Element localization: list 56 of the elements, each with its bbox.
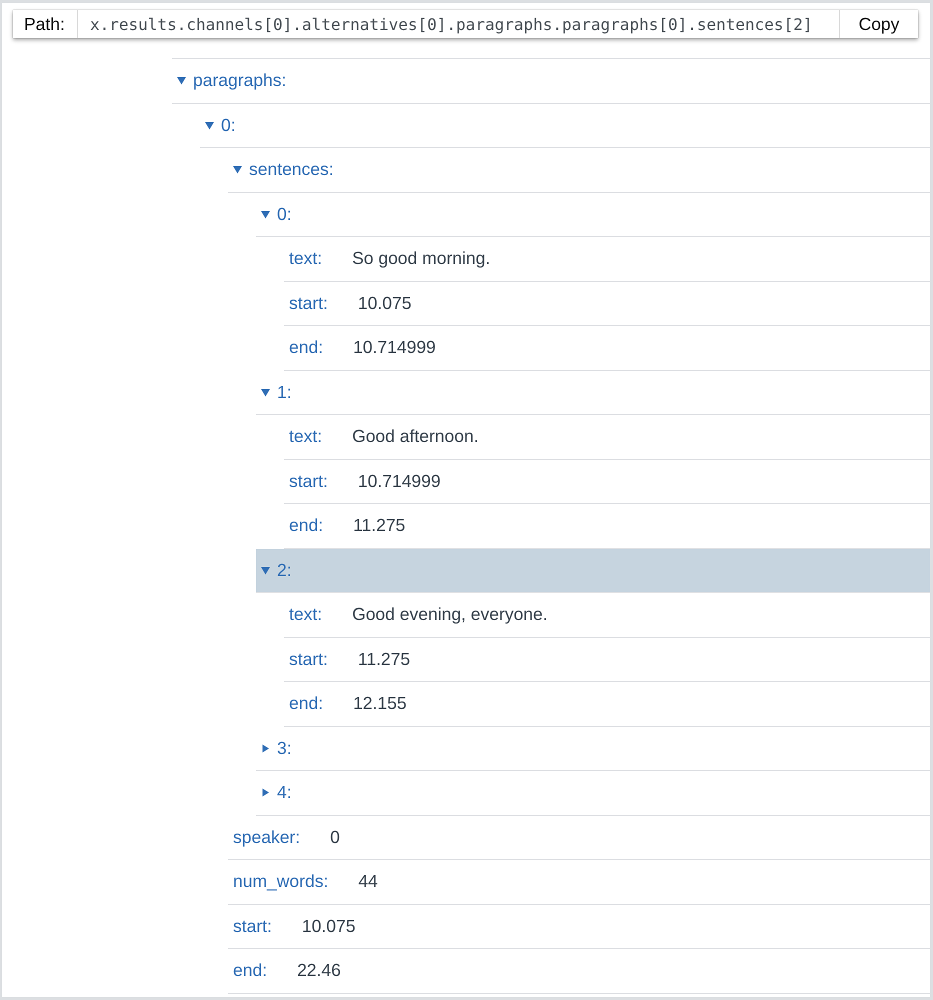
property-row[interactable]: end: 10.714999 — [284, 326, 930, 370]
caret-down-icon[interactable] — [261, 210, 270, 219]
tree-node[interactable]: sentences: — [228, 148, 930, 192]
property-value: 12.155 — [353, 693, 407, 714]
property-key: num_words: — [233, 871, 328, 892]
tree-node[interactable]: 3: — [256, 726, 930, 771]
property-value: 10.714999 — [353, 337, 436, 358]
property-value: 11.275 — [358, 648, 410, 670]
property-value: 10.714999 — [358, 470, 441, 492]
property-key: start: — [289, 470, 328, 492]
tree-node[interactable]: 1: — [256, 370, 930, 415]
property-key: speaker: — [233, 826, 300, 848]
tree-node[interactable]: 4: — [256, 771, 930, 816]
property-row[interactable]: text: Good afternoon. — [284, 415, 930, 460]
property-value: 11.275 — [353, 515, 406, 536]
property-key: text: — [289, 248, 322, 270]
property-row[interactable]: start: 10.075 — [228, 904, 930, 949]
property-row[interactable]: num_words: 44 — [228, 860, 930, 904]
property-key: end: — [289, 337, 324, 358]
path-label: Path: — [13, 10, 78, 38]
property-key: start: — [233, 916, 272, 937]
property-value: So good morning. — [352, 248, 490, 270]
property-key: start: — [289, 648, 328, 670]
property-row[interactable]: start: 10.714999 — [284, 460, 930, 504]
property-value: Good evening, everyone. — [352, 604, 548, 626]
property-value: Good afternoon. — [352, 426, 479, 448]
tree-node[interactable]: 0: — [200, 104, 930, 148]
property-key: text: — [289, 604, 322, 626]
property-row[interactable]: end: 12.155 — [284, 682, 930, 726]
property-row[interactable]: text: So good morning. — [284, 237, 930, 282]
property-row[interactable]: start: 11.275 — [284, 638, 930, 682]
property-row[interactable]: start: 10.075 — [284, 282, 930, 326]
tree-node[interactable]: paragraphs: — [172, 59, 930, 104]
property-key: text: — [289, 426, 322, 448]
property-row[interactable]: text: Good evening, everyone. — [284, 593, 930, 638]
property-key: start: — [289, 292, 328, 314]
caret-right-icon[interactable] — [261, 744, 270, 753]
property-value: 0 — [330, 826, 340, 848]
property-key: end: — [289, 693, 324, 714]
caret-down-icon[interactable] — [233, 165, 242, 174]
property-key: end: — [233, 960, 268, 982]
caret-down-icon[interactable] — [261, 388, 270, 397]
property-value: 22.46 — [297, 960, 341, 982]
copy-button[interactable]: Copy — [839, 10, 918, 38]
property-value: 10.075 — [358, 292, 412, 314]
caret-down-icon[interactable] — [177, 76, 186, 86]
property-row[interactable]: end: 22.46 — [228, 949, 930, 994]
tree-node[interactable]: 0: — [256, 192, 930, 237]
path-text: x.results.channels[0].alternatives[0].paragraphs.paragraphs[0].sentences[2] — [89, 14, 814, 36]
property-key: end: — [289, 515, 324, 536]
caret-down-icon[interactable] — [261, 566, 270, 575]
property-value: 10.075 — [302, 916, 356, 937]
property-value: 44 — [358, 871, 378, 892]
caret-down-icon[interactable] — [205, 120, 214, 130]
caret-right-icon[interactable] — [261, 788, 270, 798]
property-row[interactable]: speaker: 0 — [228, 816, 930, 860]
